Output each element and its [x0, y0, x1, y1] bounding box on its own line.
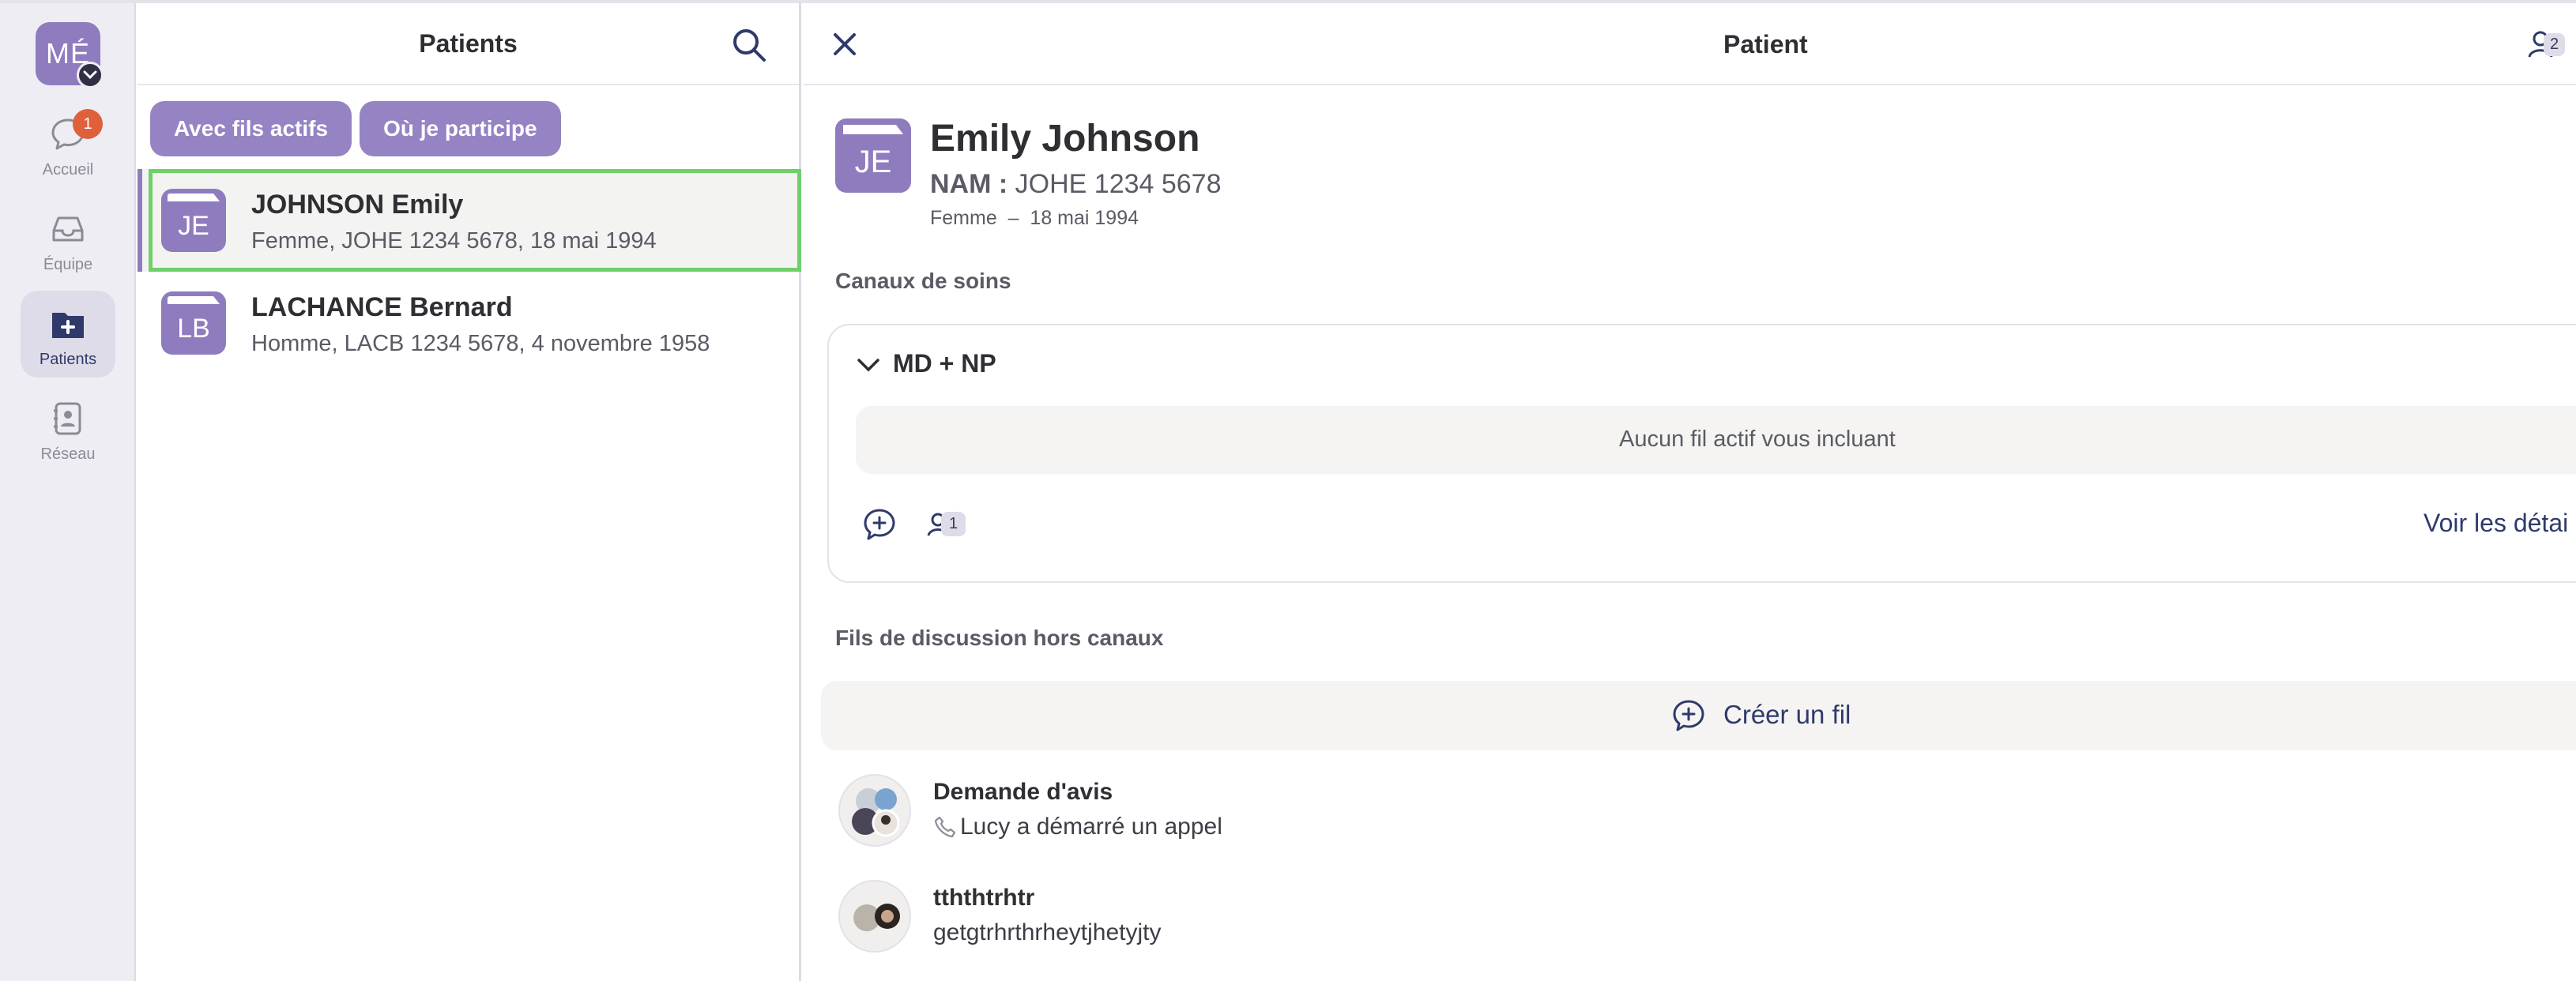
patient-folder-avatar: LB	[161, 291, 226, 355]
nam-value: JOHE 1234 5678	[1015, 169, 1222, 199]
patient-detail-panel: Patient 2 JE Emily Johnson NAM : JOHE 12…	[804, 3, 2576, 981]
nav-rail: MÉ 1 Accueil Équipe Patients Réseau	[0, 0, 2576, 981]
rail-item-patients[interactable]: Patients	[21, 291, 115, 378]
list-title: Patients	[419, 28, 518, 58]
rail-item-label: Patients	[39, 351, 97, 368]
thread-subtitle: getgtrhrthrheytjhetyjty	[933, 919, 1162, 945]
filter-chips: Avec fils actifs Où je participe	[137, 85, 799, 156]
rail-item-accueil[interactable]: 1 Accueil	[21, 101, 115, 188]
patient-row-lachance[interactable]: LB LACHANCE Bernard Homme, LACB 1234 567…	[137, 272, 801, 374]
patient-meta: Femme – 18 mai 1994	[930, 207, 1139, 229]
section-hors-canaux: Fils de discussion hors canaux	[835, 626, 1164, 650]
patient-details: Homme, LACB 1234 5678, 4 novembre 1958	[251, 331, 710, 356]
rail-item-equipe[interactable]: Équipe	[21, 196, 115, 283]
patient-folder-avatar: JE	[161, 189, 226, 252]
chevron-down-icon	[77, 62, 104, 88]
voir-details-link[interactable]: Voir les détai	[2423, 509, 2568, 538]
inbox-icon	[52, 216, 84, 242]
thread-avatars	[838, 774, 911, 847]
thread-subtitle: Lucy a démarré un appel	[960, 814, 1222, 840]
canal-title[interactable]: MD + NP	[893, 349, 996, 378]
list-header: Patients	[137, 3, 799, 85]
thread-avatars	[838, 880, 911, 953]
filter-participating[interactable]: Où je participe	[360, 101, 561, 156]
new-thread-icon[interactable]	[862, 507, 897, 542]
patient-full-name: Emily Johnson	[930, 118, 1200, 160]
phone-icon	[934, 816, 956, 838]
patient-row-johnson[interactable]: JE JOHNSON Emily Femme, JOHE 1234 5678, …	[137, 169, 801, 272]
members-button[interactable]: 2	[2526, 27, 2574, 62]
members-count: 2	[2544, 33, 2566, 56]
rail-item-label: Réseau	[40, 445, 96, 463]
rail-item-label: Équipe	[43, 256, 93, 273]
patient-folder-avatar-large: JE	[835, 118, 911, 193]
patient-nam: NAM : JOHE 1234 5678	[930, 169, 1222, 200]
canal-empty-text: Aucun fil actif vous incluant	[1619, 427, 1896, 452]
unread-badge: 1	[73, 109, 103, 139]
detail-header: Patient 2	[804, 3, 2576, 85]
rail-item-label: Accueil	[42, 161, 94, 179]
group-avatar-icon	[852, 788, 900, 837]
contact-book-icon	[54, 402, 81, 435]
group-avatar-icon	[853, 904, 900, 931]
thread-title: tththtrhtr	[933, 885, 1035, 911]
patient-folder-icon	[52, 313, 84, 338]
nam-label: NAM :	[930, 169, 1008, 199]
patient-name: JOHNSON Emily	[251, 190, 464, 220]
thread-item[interactable]: tththtrhtr getgtrhrthrheytjhetyjty	[821, 880, 1769, 959]
close-icon[interactable]	[827, 27, 862, 62]
thread-title: Demande d'avis	[933, 779, 1113, 805]
filter-active-threads[interactable]: Avec fils actifs	[150, 101, 352, 156]
user-avatar[interactable]: MÉ	[36, 22, 104, 88]
participant-count: 1	[941, 512, 966, 536]
detail-title: Patient	[1723, 30, 1808, 58]
patient-name: LACHANCE Bernard	[251, 292, 513, 322]
rail-item-reseau[interactable]: Réseau	[21, 385, 115, 472]
patients-list-panel: Patients Avec fils actifs Où je particip…	[137, 3, 801, 981]
thread-item[interactable]: Demande d'avis Lucy a démarré un appel	[821, 774, 1769, 853]
patient-details: Femme, JOHE 1234 5678, 18 mai 1994	[251, 228, 657, 254]
search-icon[interactable]	[731, 27, 767, 63]
create-thread-label: Créer un fil	[1723, 700, 1851, 729]
section-canaux: Canaux de soins	[835, 269, 1011, 293]
chevron-down-icon[interactable]	[856, 357, 881, 373]
new-thread-icon	[1673, 700, 1704, 731]
